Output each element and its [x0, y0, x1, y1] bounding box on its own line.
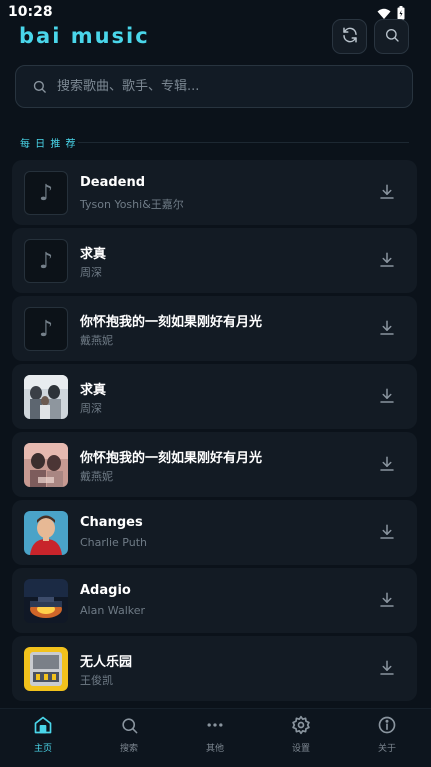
download-icon: [380, 252, 394, 267]
download-icon: [380, 524, 394, 539]
song-artist: Alan Walker: [80, 604, 146, 617]
song-item[interactable]: 求真 周深: [12, 364, 417, 429]
music-note-icon: ♪: [38, 316, 54, 342]
song-item[interactable]: ♪ 你怀抱我的一刻如果刚好有月光 戴燕妮: [12, 296, 417, 361]
download-button[interactable]: [378, 183, 396, 201]
search-icon: [99, 713, 159, 737]
song-title: Adagio: [80, 583, 131, 598]
download-icon: [380, 388, 394, 403]
song-artist: Charlie Puth: [80, 536, 147, 549]
song-item[interactable]: 无人乐园 王俊凯: [12, 636, 417, 701]
song-title: 求真: [80, 383, 107, 398]
nav-more[interactable]: 其他: [185, 711, 245, 761]
header-search-button[interactable]: [374, 19, 409, 54]
refresh-button[interactable]: [332, 19, 367, 54]
download-icon: [380, 320, 394, 335]
nav-about-label: 关于: [377, 744, 396, 754]
album-cover: [24, 375, 68, 419]
download-icon: [380, 660, 394, 675]
song-title: Deadend: [80, 175, 146, 190]
info-icon: [357, 713, 417, 737]
song-item[interactable]: Changes Charlie Puth: [12, 500, 417, 565]
album-cover: ♪: [24, 239, 68, 283]
song-artist: 戴燕妮: [80, 334, 113, 347]
status-time: 10:28: [8, 4, 53, 20]
music-note-icon: ♪: [38, 248, 54, 274]
download-button[interactable]: [378, 387, 396, 405]
nav-home-label: 主页: [33, 744, 52, 754]
song-artist: 戴燕妮: [80, 470, 113, 483]
search-icon: [384, 27, 400, 47]
album-cover: [24, 579, 68, 623]
nav-about[interactable]: 关于: [357, 711, 417, 761]
section-title: 每 日 推 荐: [20, 139, 77, 150]
download-button[interactable]: [378, 659, 396, 677]
refresh-icon: [341, 26, 359, 48]
song-title: 求真: [80, 247, 107, 262]
nav-more-label: 其他: [205, 744, 224, 754]
more-icon: [185, 713, 245, 737]
download-button[interactable]: [378, 591, 396, 609]
app-screen: 10:28 bai music 搜索歌曲、歌手、专辑... 每 日 推 荐 ♪ …: [0, 0, 431, 767]
download-button[interactable]: [378, 523, 396, 541]
song-artist: 王俊凯: [80, 674, 113, 687]
song-title: 你怀抱我的一刻如果刚好有月光: [80, 451, 263, 466]
download-button[interactable]: [378, 319, 396, 337]
nav-settings-label: 设置: [291, 744, 310, 754]
music-note-icon: ♪: [38, 180, 54, 206]
song-title: Changes: [80, 515, 143, 530]
download-icon: [380, 184, 394, 199]
album-cover: [24, 443, 68, 487]
album-cover: ♪: [24, 171, 68, 215]
download-button[interactable]: [378, 251, 396, 269]
song-item[interactable]: ♪ Deadend Tyson Yoshi&王嘉尔: [12, 160, 417, 225]
song-item[interactable]: ♪ 求真 周深: [12, 228, 417, 293]
song-item[interactable]: Adagio Alan Walker: [12, 568, 417, 633]
download-button[interactable]: [378, 455, 396, 473]
app-title: bai music: [19, 24, 150, 48]
bottom-nav: 主页 搜索 其他 设置 关于: [0, 708, 431, 767]
song-title: 你怀抱我的一刻如果刚好有月光: [80, 315, 263, 330]
album-cover: [24, 647, 68, 691]
download-icon: [380, 592, 394, 607]
download-icon: [380, 456, 394, 471]
song-artist: 周深: [80, 266, 102, 279]
status-bar: 10:28: [0, 0, 431, 24]
album-cover: [24, 511, 68, 555]
gear-icon: [271, 713, 331, 737]
nav-settings[interactable]: 设置: [271, 711, 331, 761]
home-icon: [13, 713, 73, 737]
search-bar[interactable]: [15, 65, 413, 108]
song-artist: Tyson Yoshi&王嘉尔: [80, 198, 184, 211]
section-divider: [78, 142, 409, 143]
nav-search[interactable]: 搜索: [99, 711, 159, 761]
nav-home[interactable]: 主页: [13, 711, 73, 761]
song-title: 无人乐园: [80, 655, 133, 670]
song-item[interactable]: 你怀抱我的一刻如果刚好有月光 戴燕妮: [12, 432, 417, 497]
song-artist: 周深: [80, 402, 102, 415]
search-input[interactable]: [57, 79, 387, 94]
album-cover: ♪: [24, 307, 68, 351]
nav-search-label: 搜索: [119, 744, 138, 754]
search-icon: [32, 79, 47, 94]
